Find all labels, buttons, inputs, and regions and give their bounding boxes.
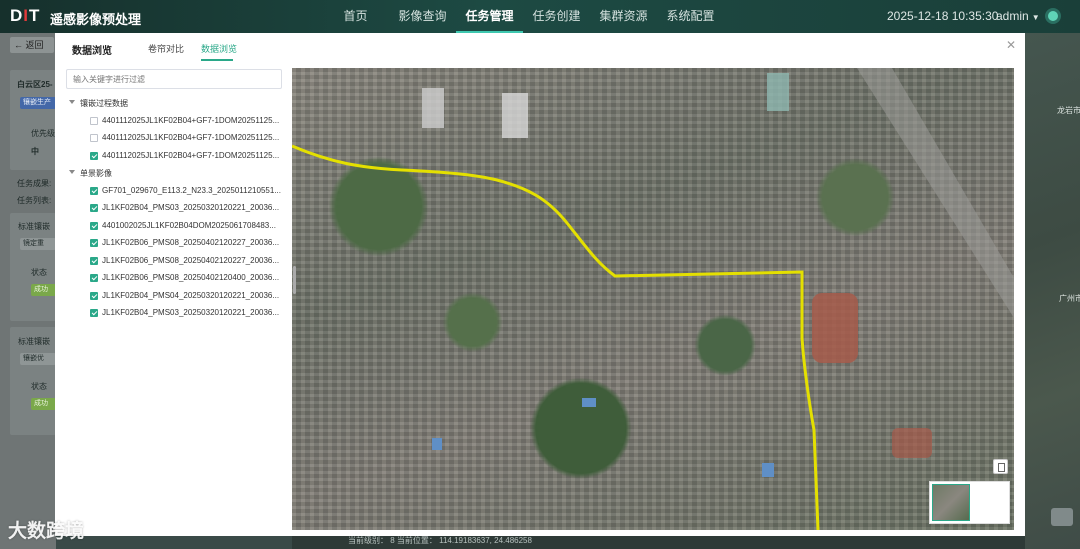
user-menu[interactable]: admin ▼ xyxy=(996,9,1040,23)
checkbox[interactable] xyxy=(90,221,98,230)
tree-item[interactable]: JL1KF02B04_PMS03_20250320120221_20036... xyxy=(66,305,286,323)
sports-field xyxy=(812,293,858,363)
priority-value: 中 xyxy=(31,147,39,156)
dialog-title: 数据浏览 xyxy=(72,46,112,57)
tree-item[interactable]: 4401112025JL1KF02B04+GF7-1DOM20251125... xyxy=(66,113,286,131)
state-label: 状态 xyxy=(31,382,47,391)
section-title: 标准镶嵌 xyxy=(18,337,50,346)
top-app-bar: DIT 遥感影像预处理 首页 影像查询 任务管理 任务创建 集群资源 系统配置 … xyxy=(0,0,1080,33)
nav-item-cluster-resources[interactable]: 集群资源 xyxy=(590,0,657,33)
building-roof xyxy=(767,73,789,111)
watermark: 大数跨境 xyxy=(8,521,85,542)
app-title: 遥感影像预处理 xyxy=(50,12,142,27)
task-list-label: 任务列表: xyxy=(17,196,52,205)
user-name: admin xyxy=(996,9,1029,23)
boundary-line xyxy=(292,144,820,530)
status-badge: 成功 xyxy=(31,398,56,410)
tree-item[interactable]: 4401002025JL1KF02B04DOM2025061708483... xyxy=(66,218,286,236)
tree-item[interactable]: JL1KF02B06_PMS08_20250402120400_20036... xyxy=(66,270,286,288)
map-place-label: 广州市 xyxy=(1059,294,1080,303)
checkbox[interactable] xyxy=(90,274,98,282)
state-label: 状态 xyxy=(31,268,47,277)
tab-data-browse[interactable]: 数据浏览 xyxy=(201,42,237,55)
current-datetime: 2025-12-18 10:35:30 xyxy=(887,9,999,23)
checkbox[interactable] xyxy=(90,291,98,300)
caret-down-icon[interactable] xyxy=(69,170,75,174)
tree-item[interactable]: JL1KF02B06_PMS08_20250402120227_20036... xyxy=(66,253,286,271)
overview-minimap[interactable] xyxy=(929,481,1010,524)
checkbox[interactable] xyxy=(90,116,98,125)
background-card-title: 白云区25- xyxy=(17,80,53,89)
checkbox[interactable] xyxy=(90,151,98,160)
building-roof xyxy=(582,398,596,407)
tree-filter-input[interactable] xyxy=(66,69,282,89)
chevron-down-icon: ▼ xyxy=(1031,13,1040,22)
section-chip: 镶嵌优 xyxy=(20,353,56,365)
map-overlay xyxy=(292,68,1014,530)
tree-item[interactable]: JL1KF02B04_PMS04_20250320120221_20036... xyxy=(66,288,286,306)
nav-item-image-query[interactable]: 影像查询 xyxy=(389,0,456,33)
panel-splitter-handle[interactable] xyxy=(293,266,296,294)
caret-down-icon[interactable] xyxy=(69,100,75,104)
tree-item[interactable]: 4401112025JL1KF02B04+GF7-1DOM20251125... xyxy=(66,130,286,148)
nav-item-home[interactable]: 首页 xyxy=(322,0,389,33)
tree-group-mosaic-process[interactable]: 镶嵌过程数据 xyxy=(66,95,286,113)
building-roof xyxy=(432,438,442,450)
main-nav: 首页 影像查询 任务管理 任务创建 集群资源 系统配置 xyxy=(322,0,724,33)
settings-icon[interactable] xyxy=(1045,8,1061,24)
checkbox[interactable] xyxy=(90,309,98,317)
building-roof xyxy=(762,463,774,477)
tab-swipe-compare[interactable]: 卷帘对比 xyxy=(148,42,184,55)
nav-item-task-management[interactable]: 任务管理 xyxy=(456,0,523,33)
overview-thumbnail xyxy=(932,484,970,521)
map-status-text: 当前级别： 8 当前位置： 114.19183637, 24.486258 xyxy=(348,536,532,545)
layer-toggle-icon[interactable] xyxy=(993,459,1008,474)
tree-group-single-scene[interactable]: 单景影像 xyxy=(66,165,286,183)
nav-item-task-create[interactable]: 任务创建 xyxy=(523,0,590,33)
satellite-map-view[interactable] xyxy=(292,68,1014,530)
section-chip: 镜定重 xyxy=(20,238,56,250)
nav-item-system-config[interactable]: 系统配置 xyxy=(657,0,724,33)
tree-item[interactable]: JL1KF02B06_PMS08_20250402120227_20036... xyxy=(66,235,286,253)
background-card-chip: 镶嵌生产 xyxy=(20,97,56,109)
checkbox[interactable] xyxy=(90,186,98,195)
background-map-tool-button[interactable] xyxy=(1051,508,1073,526)
tree-item[interactable]: JL1KF02B04_PMS03_20250320120221_20036... xyxy=(66,200,286,218)
tree-item[interactable]: GF701_029670_E113.2_N23.3_2025011210551.… xyxy=(66,183,286,201)
app-logo: DIT xyxy=(10,6,41,25)
layer-tree: 镶嵌过程数据 4401112025JL1KF02B04+GF7-1DOM2025… xyxy=(66,95,286,323)
map-place-label: 龙岩市 xyxy=(1057,106,1080,115)
sports-field xyxy=(892,428,932,458)
building-roof xyxy=(422,88,444,128)
task-result-label: 任务成果: xyxy=(17,179,52,188)
checkbox[interactable] xyxy=(90,239,98,247)
highway-band xyxy=(857,68,1014,318)
active-tab-indicator xyxy=(201,59,233,61)
close-icon[interactable]: ✕ xyxy=(1006,38,1016,52)
tree-item[interactable]: 4401112025JL1KF02B04+GF7-1DOM20251125... xyxy=(66,148,286,166)
back-button[interactable]: ← 返回 xyxy=(10,37,54,53)
priority-label: 优先级 xyxy=(31,129,55,138)
checkbox[interactable] xyxy=(90,134,98,142)
background-map: 龙岩市 广州市 xyxy=(1025,33,1080,549)
building-roof xyxy=(502,93,528,138)
data-browse-dialog: 数据浏览 卷帘对比 数据浏览 ✕ 镶嵌过程数据 4401112025JL1KF0… xyxy=(55,33,1025,536)
status-badge: 成功 xyxy=(31,284,56,296)
checkbox[interactable] xyxy=(90,204,98,212)
checkbox[interactable] xyxy=(90,256,98,265)
section-title: 标准镶嵌 xyxy=(18,222,50,231)
